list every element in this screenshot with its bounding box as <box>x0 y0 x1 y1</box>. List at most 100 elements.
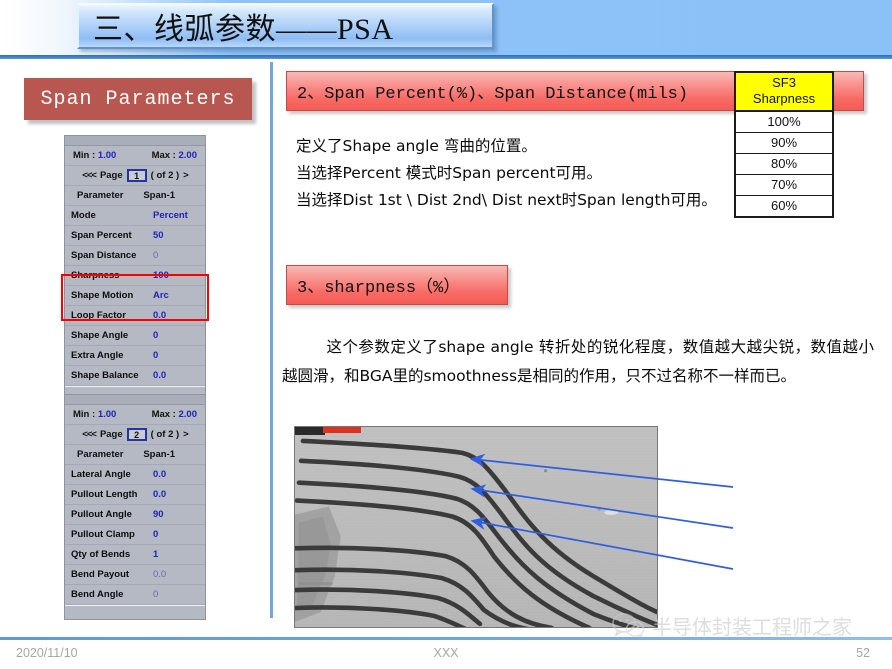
span-parameters-heading-text: Span Parameters <box>40 87 236 111</box>
sf3-table-rows: 100% 90% 80% 70% 60% <box>736 112 832 216</box>
parameter-label: Extra Angle <box>71 350 124 361</box>
parameter-row[interactable]: Shape Angle 0 <box>65 326 205 346</box>
section-3-banner: 3、sharpness（%） <box>286 265 508 305</box>
parameter-value[interactable]: 1 <box>153 549 199 560</box>
parameter-value[interactable]: 0 <box>153 529 199 540</box>
page-number-input[interactable]: 1 <box>126 169 147 182</box>
column-divider <box>270 62 273 618</box>
parameter-value[interactable]: 0 <box>153 250 199 261</box>
right-column: 2、Span Percent(%)、Span Distance(mils) 定义… <box>282 63 878 628</box>
page-of-label-page2: ( of 2 ) <box>150 429 180 440</box>
parameter-value[interactable]: Arc <box>153 290 199 301</box>
section-2-body: 定义了Shape angle 弯曲的位置。 当选择Percent 模式时Span… <box>296 133 717 214</box>
panel-top-strip-page2 <box>65 395 205 405</box>
parameter-row[interactable]: Span Distance 0 <box>65 246 205 266</box>
span-parameters-panel-page2: Min : 1.00 Max : 2.00 <<< Page 2 ( of 2 … <box>64 394 206 620</box>
parameter-value[interactable]: 0 <box>153 350 199 361</box>
page-nav-row-page1[interactable]: <<< Page 1 ( of 2 ) > <box>65 166 205 186</box>
photo-red-marker <box>323 427 361 433</box>
column-header-parameter-page2: Parameter <box>77 449 124 460</box>
slide-title-plate: 三、线弧参数——PSA <box>77 3 494 49</box>
parameter-value[interactable]: 0.0 <box>153 489 199 500</box>
min-label: Min : <box>73 150 96 161</box>
parameter-value[interactable]: Percent <box>153 210 199 221</box>
page-nav-row-page2[interactable]: <<< Page 2 ( of 2 ) > <box>65 425 205 445</box>
parameter-value[interactable]: 90 <box>153 509 199 520</box>
parameter-row[interactable]: Bend Payout 0.0 <box>65 565 205 585</box>
parameter-rows-page1: Mode Percent Span Percent 50 Span Distance 0 S… <box>65 206 205 386</box>
max-value: 2.00 <box>178 150 198 161</box>
sf3-header-line2: Sharpness <box>752 91 816 106</box>
column-header-row-page1: Parameter Span-1 <box>65 186 205 206</box>
parameter-row[interactable]: Loop Factor 0.0 <box>65 306 205 326</box>
parameter-label: Qty of Bends <box>71 549 131 560</box>
parameter-value[interactable]: 0 <box>153 330 199 341</box>
parameter-label: Lateral Angle <box>71 469 131 480</box>
parameter-row[interactable]: Lateral Angle 0.0 <box>65 465 205 485</box>
parameter-label: Shape Angle <box>71 330 129 341</box>
parameter-row[interactable]: Pullout Angle 90 <box>65 505 205 525</box>
page-of-label: ( of 2 ) <box>150 170 180 181</box>
parameter-label: Shape Motion <box>71 290 134 301</box>
parameter-row[interactable]: Extra Angle 0 <box>65 346 205 366</box>
page-label-page2: Page <box>99 429 123 440</box>
sf3-table-header: SF3 Sharpness <box>736 73 832 112</box>
watermark-text: 半导体封装工程师之家 <box>652 614 852 639</box>
prev-page-arrow[interactable]: <<< <box>82 170 97 181</box>
parameter-value[interactable]: 100 <box>153 270 199 281</box>
parameter-row[interactable]: Mode Percent <box>65 206 205 226</box>
page-number-input-page2[interactable]: 2 <box>126 428 147 441</box>
parameter-value[interactable]: 0.0 <box>153 469 199 480</box>
parameter-value[interactable]: 0.0 <box>153 569 199 580</box>
parameter-row[interactable]: Pullout Clamp 0 <box>65 525 205 545</box>
wechat-icon <box>612 613 645 638</box>
section-2-title: 2、Span Percent(%)、Span Distance(mils) <box>297 85 689 104</box>
parameter-row[interactable]: Shape Motion Arc <box>65 286 205 306</box>
parameter-row[interactable]: Shape Balance 0.0 <box>65 366 205 386</box>
max-label-page2: Max : <box>151 409 176 420</box>
parameter-value[interactable]: 0.0 <box>153 310 199 321</box>
panel-top-strip <box>65 136 205 146</box>
span-parameters-heading: Span Parameters <box>24 78 252 120</box>
span-parameters-panel-page1: Min : 1.00 Max : 2.00 <<< Page 1 ( of 2 … <box>64 135 206 401</box>
parameter-value[interactable]: 50 <box>153 230 199 241</box>
left-column: Span Parameters Min : 1.00 Max : 2.00 <<… <box>22 63 254 620</box>
parameter-value[interactable]: 0.0 <box>153 370 199 381</box>
max-value-page2: 2.00 <box>178 409 198 420</box>
footer-page-number: 52 <box>856 646 870 660</box>
panel-bottom-strip-page2 <box>65 605 205 619</box>
page-label: Page <box>99 170 123 181</box>
sf3-table-cell: 90% <box>736 133 832 154</box>
column-header-span1: Span-1 <box>143 190 175 201</box>
min-value-page2: 1.00 <box>97 409 117 420</box>
parameter-row[interactable]: Qty of Bends 1 <box>65 545 205 565</box>
sf3-table-cell: 100% <box>736 112 832 133</box>
column-header-row-page2: Parameter Span-1 <box>65 445 205 465</box>
parameter-value[interactable]: 0 <box>153 589 199 600</box>
wire-bond-micrograph <box>294 426 658 628</box>
sf3-table-cell: 80% <box>736 154 832 175</box>
column-header-parameter: Parameter <box>77 190 124 201</box>
section-2-line-3: 当选择Dist 1st \ Dist 2nd\ Dist next时Span l… <box>296 191 717 209</box>
next-page-arrow-page2[interactable]: > <box>183 429 188 440</box>
section-3-title: 3、sharpness（%） <box>297 279 461 298</box>
micrograph-image <box>295 427 657 627</box>
parameter-label: Bend Payout <box>71 569 130 580</box>
section-3-body: 这个参数定义了shape angle 转折处的锐化程度，数值越大越尖锐，数值越小… <box>282 333 874 391</box>
parameter-row[interactable]: Span Percent 50 <box>65 226 205 246</box>
next-page-arrow[interactable]: > <box>183 170 188 181</box>
parameter-rows-page2: Lateral Angle 0.0 Pullout Length 0.0 Pullout… <box>65 465 205 605</box>
minmax-row-page2: Min : 1.00 Max : 2.00 <box>65 405 205 425</box>
parameter-label: Mode <box>71 210 96 221</box>
parameter-row[interactable]: Pullout Length 0.0 <box>65 485 205 505</box>
sf3-sharpness-table: SF3 Sharpness 100% 90% 80% 70% 60% <box>734 71 834 218</box>
parameter-row[interactable]: Bend Angle 0 <box>65 585 205 605</box>
sf3-table-cell: 60% <box>770 198 798 213</box>
footer-divider-rule <box>0 637 892 640</box>
prev-page-arrow-page2[interactable]: <<< <box>82 429 97 440</box>
photo-dark-marker <box>295 427 325 435</box>
parameter-row[interactable]: Sharpness 100 <box>65 266 205 286</box>
parameter-label: Pullout Clamp <box>71 529 135 540</box>
slide-root: 三、线弧参数——PSA Span Parameters Min : 1.00 M… <box>0 0 892 669</box>
page-title: 三、线弧参数——PSA <box>93 13 394 46</box>
